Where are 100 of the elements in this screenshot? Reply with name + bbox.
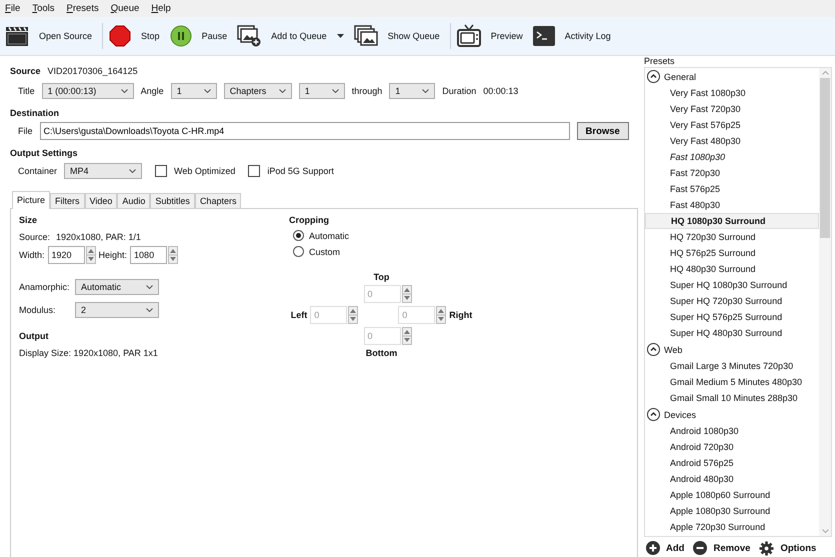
menu-item[interactable]: Help xyxy=(151,3,171,14)
preset-item[interactable]: Android 720p30 xyxy=(645,439,819,455)
dropdown[interactable]: 1 xyxy=(298,83,345,99)
section-heading: Size xyxy=(19,215,38,225)
toolbar-button[interactable]: Pause xyxy=(202,31,228,41)
tab[interactable]: Filters xyxy=(50,193,85,208)
field-label: File xyxy=(18,126,33,136)
display-size-text: Display Size: 1920x1080, PAR 1x1 xyxy=(19,348,159,358)
preset-item[interactable]: Super HQ 480p30 Surround xyxy=(645,325,819,341)
section-heading: Output Settings xyxy=(10,148,78,158)
radio-button[interactable] xyxy=(293,230,304,241)
checkbox[interactable] xyxy=(248,165,260,177)
toolbar-button[interactable]: Preview xyxy=(490,31,523,41)
tab[interactable]: Audio xyxy=(117,193,150,208)
field-label: 00:00:13 xyxy=(483,86,518,96)
dropdown[interactable]: Chapters xyxy=(224,83,292,99)
field-label: through xyxy=(352,86,382,96)
dropdown-caret-icon xyxy=(204,89,211,93)
dropdown-caret-icon xyxy=(146,285,153,289)
dropdown[interactable]: 1 xyxy=(170,83,217,99)
dropdown-caret-icon xyxy=(129,169,136,173)
preset-item[interactable]: Fast 1080p30 xyxy=(645,149,819,165)
preset-item[interactable]: Gmail Small 10 Minutes 288p30 xyxy=(645,390,819,406)
dropdown[interactable]: 1 xyxy=(389,83,436,99)
preset-item[interactable]: HQ 720p30 Surround xyxy=(645,229,819,245)
preset-item[interactable]: Very Fast 720p30 xyxy=(645,101,819,117)
field-label: Duration xyxy=(442,86,476,96)
tab[interactable]: Picture xyxy=(12,191,50,209)
menu-item[interactable]: Presets xyxy=(66,3,99,14)
collapse-icon[interactable] xyxy=(647,408,660,421)
preset-item[interactable]: Gmail Large 3 Minutes 720p30 xyxy=(645,358,819,374)
preset-item[interactable]: Very Fast 1080p30 xyxy=(645,85,819,101)
field-label: Angle xyxy=(140,86,164,96)
panel-title: Presets xyxy=(644,57,676,66)
menu-item[interactable]: File xyxy=(5,3,20,14)
preset-item[interactable]: Very Fast 576p25 xyxy=(645,117,819,133)
preset-item[interactable]: Apple 1080p30 Surround xyxy=(645,503,819,519)
preset-action-button[interactable]: Add xyxy=(666,542,684,554)
preset-item[interactable]: Apple 720p30 Surround xyxy=(645,519,819,535)
add-to-queue-icon[interactable] xyxy=(237,25,262,47)
preset-item[interactable]: HQ 480p30 Surround xyxy=(645,261,819,277)
tv-icon[interactable] xyxy=(456,24,481,48)
field-label: Modulus: xyxy=(19,305,57,315)
preset-group[interactable]: Web xyxy=(664,344,682,354)
dropdown[interactable]: 2 xyxy=(75,302,159,318)
dropdown[interactable]: Automatic xyxy=(75,279,159,295)
toolbar-button[interactable]: Show Queue xyxy=(388,31,440,41)
preset-group[interactable]: General xyxy=(664,72,696,82)
terminal-icon[interactable] xyxy=(532,26,555,46)
section-heading: Cropping xyxy=(289,215,330,225)
plus-icon[interactable] xyxy=(646,541,660,555)
browse-button[interactable]: Browse xyxy=(576,122,629,140)
settings-icon[interactable] xyxy=(759,540,774,556)
preset-item[interactable]: Super HQ 576p25 Surround xyxy=(645,309,819,325)
toolbar-button[interactable]: Add to Queue xyxy=(271,31,327,41)
preset-item[interactable]: Android 576p25 xyxy=(645,455,819,471)
menu-item[interactable]: Tools xyxy=(32,3,55,14)
dropdown[interactable]: 1 (00:00:13) xyxy=(42,83,134,99)
checkbox-label: Web Optimized xyxy=(174,166,236,176)
section-heading: Output xyxy=(19,331,50,341)
dropdown-caret-icon xyxy=(422,89,430,93)
preset-action-button[interactable]: Remove xyxy=(713,542,750,554)
preset-item[interactable]: Super HQ 720p30 Surround xyxy=(645,293,819,309)
preset-item[interactable]: Android 480p30 xyxy=(645,471,819,487)
preset-item[interactable]: Gmail Medium 5 Minutes 480p30 xyxy=(645,374,819,390)
preset-item[interactable]: Very Fast 480p30 xyxy=(645,133,819,149)
preset-item[interactable]: Fast 480p30 xyxy=(645,197,819,213)
radio-label: Automatic xyxy=(309,230,350,240)
collapse-icon[interactable] xyxy=(647,343,660,356)
dropdown[interactable]: MP4 xyxy=(64,163,142,179)
toolbar-button[interactable]: Open Source xyxy=(39,31,92,41)
tab[interactable]: Subtitles xyxy=(150,193,195,208)
show-queue-icon[interactable] xyxy=(354,25,378,47)
minus-icon[interactable] xyxy=(693,541,708,555)
preset-item[interactable]: Fast 720p30 xyxy=(645,165,819,181)
pause-icon[interactable] xyxy=(170,25,192,47)
menu-item[interactable]: Queue xyxy=(110,3,140,14)
field-label: Right xyxy=(449,310,472,320)
dropdown-arrow-icon[interactable] xyxy=(336,34,344,38)
preset-item[interactable]: Apple 1080p60 Surround xyxy=(645,487,819,503)
file-path-field[interactable]: C:\Users\gusta\Downloads\Toyota C-HR.mp4 xyxy=(40,122,570,140)
tab[interactable]: Video xyxy=(84,193,118,208)
toolbar-button[interactable]: Stop xyxy=(141,31,160,41)
preset-group[interactable]: Devices xyxy=(664,410,696,420)
preset-item[interactable]: Super HQ 1080p30 Surround xyxy=(645,277,819,293)
preset-item[interactable]: Fast 576p25 xyxy=(645,181,819,197)
preset-action-button[interactable]: Options xyxy=(780,542,816,554)
dropdown-caret-icon xyxy=(278,89,286,93)
preset-item[interactable]: HQ 1080p30 Surround xyxy=(645,213,819,229)
stop-icon[interactable] xyxy=(109,25,132,47)
collapse-icon[interactable] xyxy=(647,70,660,83)
field-label: Height: xyxy=(98,250,128,260)
clapperboard-icon[interactable] xyxy=(5,25,29,47)
checkbox-label: iPod 5G Support xyxy=(267,166,334,176)
tab[interactable]: Chapters xyxy=(194,193,242,208)
checkbox[interactable] xyxy=(155,165,168,177)
radio-button[interactable] xyxy=(293,246,304,257)
toolbar-button[interactable]: Activity Log xyxy=(564,31,611,41)
preset-item[interactable]: Android 1080p30 xyxy=(645,423,819,439)
preset-item[interactable]: HQ 576p25 Surround xyxy=(645,245,819,261)
